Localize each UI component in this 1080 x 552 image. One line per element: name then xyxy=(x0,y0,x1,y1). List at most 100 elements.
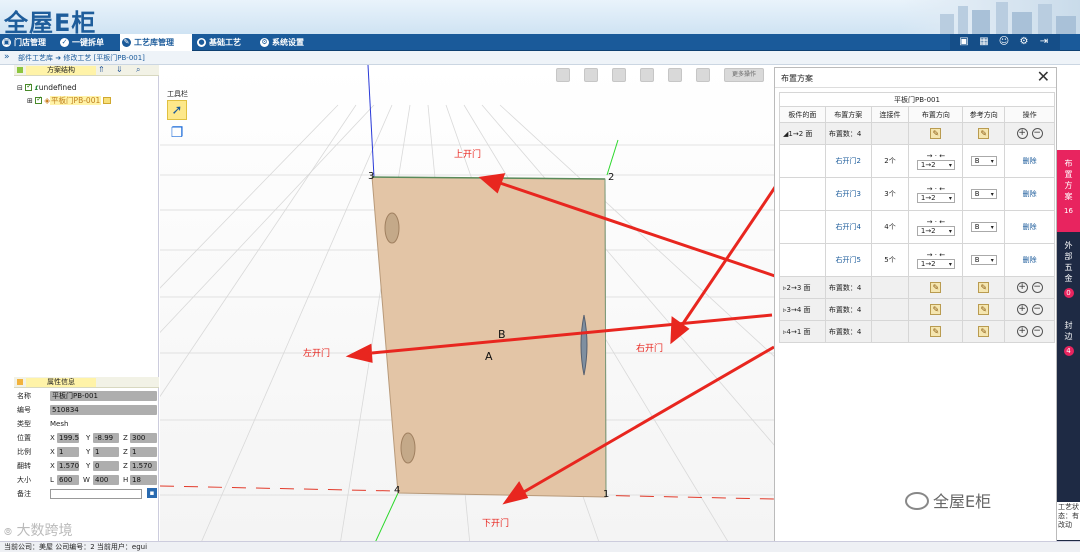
group-row[interactable]: ▹4→1 面 布置数：4 ✎ ✎ + − xyxy=(779,320,1055,343)
breadcrumb-bar: » 部件工艺库 ➜ 修改工艺 [平板门PB-001] xyxy=(0,51,1080,65)
screen-icon[interactable]: ▣ xyxy=(958,36,970,48)
direction-select[interactable]: 1→2 xyxy=(916,193,955,203)
edit-direction-icon[interactable]: ✎ xyxy=(930,304,942,315)
add-icon[interactable]: + xyxy=(1016,282,1028,293)
expand-arrow-icon[interactable]: » xyxy=(4,52,10,62)
props-title: 属性信息 xyxy=(26,378,96,387)
reference-select[interactable]: B xyxy=(970,156,997,166)
add-icon[interactable]: + xyxy=(1016,304,1028,315)
tree-node-door[interactable]: ⊞ ◈平板门PB-001 xyxy=(27,95,112,106)
code-field[interactable]: 510834 xyxy=(50,405,157,415)
pos-x-field[interactable]: 199.5 xyxy=(57,433,79,443)
scale-x-field[interactable]: 1 xyxy=(57,447,79,457)
user-icon[interactable]: ☺ xyxy=(998,36,1010,48)
watermark-right: 全屋E柜 xyxy=(905,488,991,512)
tree-checkbox[interactable] xyxy=(35,95,43,104)
side-tab-edge[interactable]: 封边 4 xyxy=(1057,312,1080,372)
y-axis xyxy=(367,65,375,178)
view-side-icon[interactable] xyxy=(612,68,626,82)
group-row[interactable]: ▹2→3 面 布置数：4 ✎ ✎ + − xyxy=(779,276,1055,299)
view-front-icon[interactable] xyxy=(556,68,570,82)
rot-y-field[interactable]: 0 xyxy=(93,461,119,471)
fullscreen-icon[interactable] xyxy=(668,68,682,82)
collapse-all-icon[interactable]: ⇑ xyxy=(98,65,105,74)
annotation-left: 左开门 xyxy=(303,349,331,359)
edit-direction-icon[interactable]: ✎ xyxy=(930,326,942,337)
search-icon[interactable]: ⌕ xyxy=(136,65,140,75)
props-header: 属性信息 xyxy=(14,377,159,388)
rot-x-field[interactable]: 1.570 xyxy=(57,461,79,471)
plan-name-link[interactable]: 右开门5 xyxy=(824,243,872,277)
reference-select[interactable]: B xyxy=(970,255,997,265)
edit-direction-icon[interactable]: ✎ xyxy=(930,128,942,139)
edit-icon[interactable] xyxy=(103,97,112,104)
direction-select[interactable]: 1→2 xyxy=(916,259,955,269)
expand-all-icon[interactable]: ⇓ xyxy=(116,65,123,74)
3d-viewport[interactable]: 上开门 下开门 左开门 右开门 2 3 4 1 B A 更多操作 xyxy=(160,65,774,545)
more-ops-button[interactable]: 更多操作 xyxy=(724,68,764,82)
group-row[interactable]: ▹3→4 面 布置数：4 ✎ ✎ + − xyxy=(779,298,1055,321)
nav-split-order[interactable]: ✓ 一键拆单 xyxy=(58,34,118,51)
edit-direction-icon[interactable]: ✎ xyxy=(930,282,942,293)
remove-icon[interactable]: − xyxy=(1031,304,1043,315)
layout-plan-panel: 布置方案 ✕ 平板门PB-001 板件的面 布置方案 连接件 布置方向 参考方向… xyxy=(774,67,1057,545)
scale-z-field[interactable]: 1 xyxy=(130,447,157,457)
edit-reference-icon[interactable]: ✎ xyxy=(978,326,990,337)
tree-node-root[interactable]: ⊟ ɾundefined xyxy=(17,82,76,92)
edit-reference-icon[interactable]: ✎ xyxy=(978,282,990,293)
reference-select[interactable]: B xyxy=(970,189,997,199)
remove-icon[interactable]: − xyxy=(1031,326,1043,337)
pos-y-field[interactable]: -8.99 xyxy=(93,433,119,443)
delete-link[interactable]: 删除 xyxy=(1004,144,1055,178)
copy-tool-icon[interactable]: ❐ xyxy=(168,124,186,142)
annotation-right: 右开门 xyxy=(636,344,664,354)
tab-count: 4 xyxy=(1063,346,1074,356)
rot-z-field[interactable]: 1.570 xyxy=(130,461,157,471)
select-tool-icon[interactable]: ➚ xyxy=(167,100,187,120)
delete-link[interactable]: 删除 xyxy=(1004,210,1055,244)
nav-settings[interactable]: ⚙ 系统设置 xyxy=(258,34,318,51)
nav-craft-library[interactable]: ✎ 工艺库管理 xyxy=(120,34,192,51)
plan-name-link[interactable]: 右开门4 xyxy=(824,210,872,244)
add-icon[interactable]: + xyxy=(1016,326,1028,337)
direction-select[interactable]: 1→2 xyxy=(916,226,955,236)
gear-icon[interactable]: ⚙ xyxy=(1018,36,1030,48)
side-tab-hardware[interactable]: 外部五金 0 xyxy=(1057,232,1080,312)
pos-z-field[interactable]: 300 xyxy=(130,433,157,443)
watermark-left: ⦾ 大数跨境 xyxy=(4,523,73,539)
view-top-icon[interactable] xyxy=(584,68,598,82)
nav-label: 一键拆单 xyxy=(72,38,104,47)
nav-store[interactable]: ▣ 门店管理 xyxy=(0,34,56,51)
tree-node-label: 平板门PB-001 xyxy=(50,96,102,105)
save-icon[interactable]: ▪ xyxy=(147,488,157,498)
scale-y-field[interactable]: 1 xyxy=(93,447,119,457)
remove-icon[interactable]: − xyxy=(1031,282,1043,293)
size-l-field[interactable]: 600 xyxy=(57,475,79,485)
edit-reference-icon[interactable]: ✎ xyxy=(978,128,990,139)
plan-name-link[interactable]: 右开门3 xyxy=(824,177,872,211)
group-row[interactable]: ◢1→2 面 布置数：4 ✎ ✎ + − xyxy=(779,122,1055,145)
close-icon[interactable]: ✕ xyxy=(1037,69,1050,85)
side-tab-layout[interactable]: 布置方案 16 xyxy=(1057,150,1080,232)
delete-link[interactable]: 删除 xyxy=(1004,243,1055,277)
edit-reference-icon[interactable]: ✎ xyxy=(978,304,990,315)
nav-base-craft[interactable]: ● 基础工艺 xyxy=(195,34,255,51)
check-icon: ✓ xyxy=(60,38,69,47)
delete-link[interactable]: 删除 xyxy=(1004,177,1055,211)
reference-select[interactable]: B xyxy=(970,222,997,232)
measure-icon[interactable] xyxy=(696,68,710,82)
view-3d-icon[interactable] xyxy=(640,68,654,82)
size-h-field[interactable]: 18 xyxy=(130,475,157,485)
tree-checkbox[interactable] xyxy=(25,82,33,91)
nav-label: 工艺库管理 xyxy=(134,38,174,47)
note-input[interactable] xyxy=(50,489,142,499)
nav-label: 基础工艺 xyxy=(209,38,241,47)
plan-name-link[interactable]: 右开门2 xyxy=(824,144,872,178)
add-icon[interactable]: + xyxy=(1016,128,1028,139)
logout-icon[interactable]: ⇥ xyxy=(1038,36,1050,48)
size-w-field[interactable]: 400 xyxy=(93,475,119,485)
calendar-icon[interactable]: ▦ xyxy=(978,36,990,48)
name-field[interactable]: 平板门PB-001 xyxy=(50,391,157,401)
remove-icon[interactable]: − xyxy=(1031,128,1043,139)
direction-select[interactable]: 1→2 xyxy=(916,160,955,170)
